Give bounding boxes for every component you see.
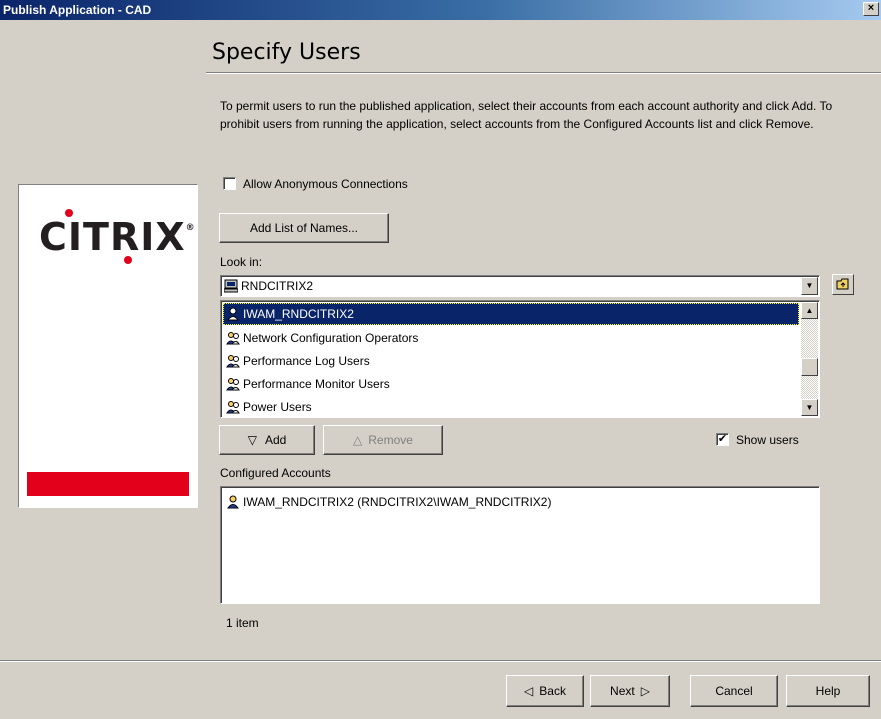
next-button-label: Next — [610, 684, 635, 698]
remove-button-label: Remove — [368, 433, 413, 447]
accounts-list[interactable]: IWAM_RNDCITRIX2 Network Configuration Op… — [220, 300, 820, 418]
accounts-scrollbar[interactable]: ▲ ▼ — [801, 302, 818, 416]
group-icon — [226, 401, 240, 414]
list-item-label: Network Configuration Operators — [243, 331, 419, 345]
user-icon — [227, 495, 239, 509]
list-item[interactable]: Performance Monitor Users — [223, 373, 799, 395]
chevron-down-icon[interactable]: ▼ — [801, 277, 818, 295]
folder-up-icon — [836, 278, 849, 290]
scroll-down-icon[interactable]: ▼ — [801, 399, 818, 416]
logo-panel: CITRIX® — [18, 184, 198, 508]
look-in-select[interactable]: RNDCITRIX2 ▼ — [220, 275, 820, 297]
list-item-label: Performance Monitor Users — [243, 377, 390, 391]
add-button[interactable]: ▽ Add — [219, 425, 315, 455]
list-item-label: IWAM_RNDCITRIX2 (RNDCITRIX2\IWAM_RNDCITR… — [243, 495, 552, 509]
remove-button[interactable]: △ Remove — [323, 425, 443, 455]
citrix-logo: CITRIX® — [39, 215, 196, 259]
list-item[interactable]: Power Users — [223, 396, 799, 417]
list-item-label: Power Users — [243, 400, 312, 414]
item-count: 1 item — [226, 616, 259, 630]
look-in-label: Look in: — [220, 255, 263, 269]
page-title: Specify Users — [212, 40, 361, 65]
logo-red-bar — [27, 472, 189, 496]
configured-accounts-list[interactable]: IWAM_RNDCITRIX2 (RNDCITRIX2\IWAM_RNDCITR… — [220, 486, 820, 604]
user-icon — [227, 307, 239, 321]
instructions-text: To permit users to run the published app… — [220, 99, 833, 131]
heading-divider — [206, 72, 881, 74]
next-arrow-icon: ▷ — [640, 684, 650, 698]
list-item[interactable]: IWAM_RNDCITRIX2 (RNDCITRIX2\IWAM_RNDCITR… — [223, 491, 799, 513]
back-button[interactable]: ◁ Back — [506, 675, 584, 707]
add-button-label: Add — [264, 433, 287, 447]
back-button-label: Back — [539, 684, 566, 698]
list-item[interactable]: IWAM_RNDCITRIX2 — [223, 303, 799, 325]
scroll-thumb[interactable] — [801, 358, 818, 376]
folder-up-button[interactable] — [832, 274, 854, 295]
list-item-label: IWAM_RNDCITRIX2 — [243, 307, 354, 321]
footer-divider — [0, 660, 881, 662]
anonymous-checkbox[interactable] — [223, 177, 236, 190]
list-item-label: Performance Log Users — [243, 354, 370, 368]
group-icon — [226, 355, 240, 368]
look-in-value: RNDCITRIX2 — [241, 279, 314, 293]
title-bar: Publish Application - CAD × — [0, 0, 881, 20]
scroll-up-icon[interactable]: ▲ — [801, 302, 818, 319]
list-item[interactable]: Performance Log Users — [223, 350, 799, 372]
window-title: Publish Application - CAD — [3, 3, 152, 17]
list-item[interactable]: Network Configuration Operators — [223, 327, 799, 349]
group-icon — [226, 332, 240, 345]
back-arrow-icon: ◁ — [524, 684, 534, 698]
arrow-down-icon: ▽ — [247, 433, 257, 447]
help-button[interactable]: Help — [786, 675, 870, 707]
arrow-up-icon: △ — [353, 433, 363, 447]
logo-dot-top — [65, 209, 73, 217]
group-icon — [226, 378, 240, 391]
logo-wordmark: CITRIX — [39, 215, 186, 259]
logo-registered-mark: ® — [185, 223, 196, 233]
checkmark-icon: ✔ — [717, 433, 728, 445]
add-list-of-names-button[interactable]: Add List of Names... — [219, 213, 389, 243]
show-users-checkbox[interactable]: ✔ — [716, 433, 729, 446]
close-icon: × — [867, 2, 875, 14]
next-button[interactable]: Next ▷ — [590, 675, 670, 707]
anonymous-label: Allow Anonymous Connections — [243, 177, 408, 191]
computer-icon — [224, 279, 238, 293]
configured-accounts-label: Configured Accounts — [220, 466, 331, 480]
close-button[interactable]: × — [863, 2, 879, 16]
show-users-label: Show users — [736, 433, 799, 447]
cancel-button[interactable]: Cancel — [690, 675, 778, 707]
logo-dot-bottom — [124, 256, 132, 264]
